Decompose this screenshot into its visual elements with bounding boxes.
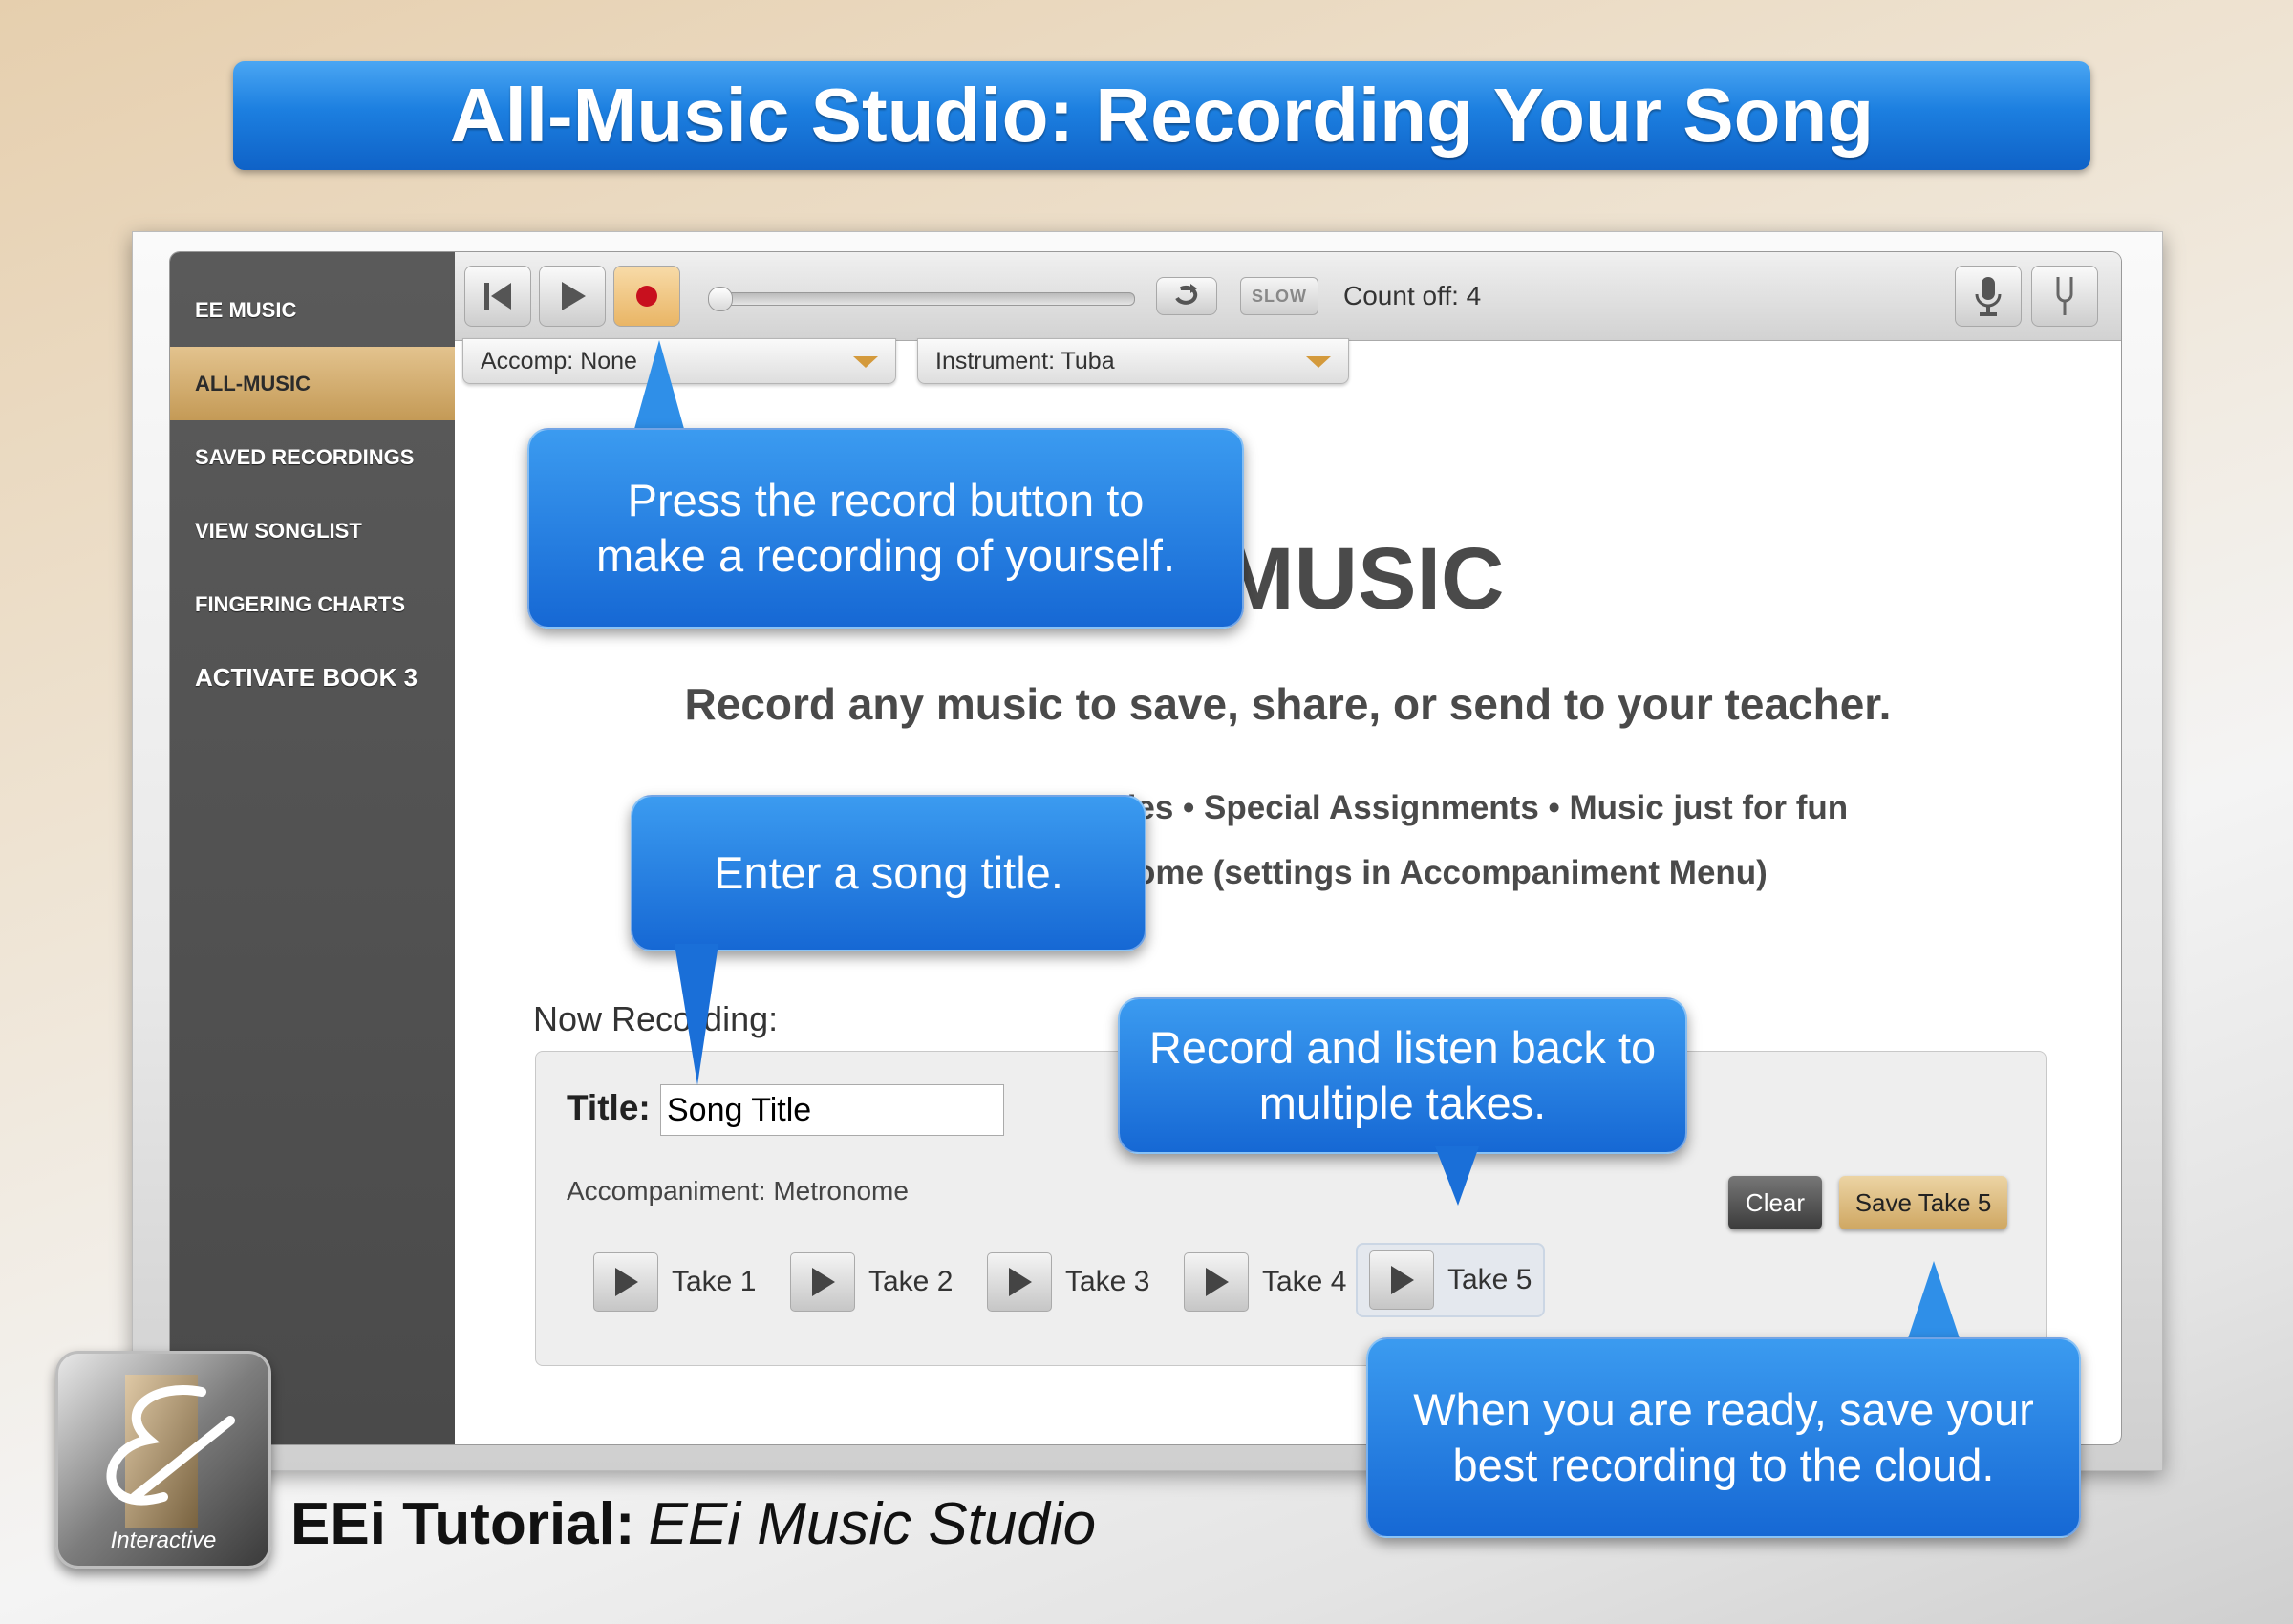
skip-back-icon (484, 283, 511, 310)
callout-takes: Record and listen back to multiple takes… (1118, 997, 1687, 1154)
now-recording-heading: Now Recording: (533, 999, 779, 1038)
sidebar: EE MUSIC ALL-MUSIC SAVED RECORDINGS VIEW… (170, 252, 455, 1444)
footer-bold: EEi Tutorial: (290, 1491, 635, 1557)
rewind-button[interactable] (464, 266, 531, 327)
sidebar-item-view-songlist[interactable]: VIEW SONGLIST (170, 494, 455, 567)
sidebar-item-label: EE MUSIC (195, 297, 297, 322)
take-label: Take 3 (1065, 1266, 1150, 1297)
play-take-icon-box (1369, 1250, 1434, 1310)
save-take-button-label: Save Take 5 (1854, 1187, 1992, 1217)
sidebar-item-label: FINGERING CHARTS (195, 591, 405, 616)
callout-title-text: Enter a song title. (714, 847, 1063, 898)
transport-toolbar: SLOW Count off: 4 (455, 252, 2121, 341)
sidebar-item-ee-music[interactable]: EE MUSIC (170, 273, 455, 347)
callout-save-text: When you are ready, save your best recor… (1413, 1384, 2034, 1490)
instrument-dropdown-value: Instrument: Tuba (935, 347, 1115, 374)
take-2-button[interactable]: Take 2 (779, 1247, 964, 1317)
song-title-input[interactable] (660, 1084, 1004, 1136)
callout-pointer (675, 944, 718, 1085)
instrument-dropdown[interactable]: Instrument: Tuba (917, 338, 1349, 384)
play-icon (615, 1268, 638, 1296)
sidebar-item-label: VIEW SONGLIST (195, 518, 362, 543)
play-take-icon-box (1184, 1252, 1249, 1312)
callout-record: Press the record button to make a record… (527, 428, 1244, 629)
play-take-icon-box (790, 1252, 855, 1312)
accompaniment-label: Accompaniment: Metronome (567, 1176, 909, 1206)
callout-pointer (1907, 1261, 1961, 1341)
page-subtitle: Record any music to save, share, or send… (684, 679, 1892, 729)
slow-button[interactable]: SLOW (1240, 277, 1318, 315)
sidebar-item-all-music[interactable]: ALL-MUSIC (170, 347, 455, 420)
sidebar-item-activate-book-3[interactable]: ACTIVATE BOOK 3 (170, 641, 455, 715)
eei-logo: Interactive (55, 1351, 271, 1569)
take-1-button[interactable]: Take 1 (582, 1247, 767, 1317)
title-label: Title: (567, 1088, 651, 1127)
loop-button[interactable] (1156, 277, 1217, 315)
sidebar-item-fingering-charts[interactable]: FINGERING CHARTS (170, 567, 455, 641)
take-label: Take 1 (672, 1266, 757, 1297)
callout-pointer (1435, 1146, 1479, 1206)
play-icon (812, 1268, 835, 1296)
logo-text: Interactive (110, 1528, 217, 1553)
callout-record-text: Press the record button to make a record… (595, 475, 1176, 581)
save-take-button[interactable]: Save Take 5 (1839, 1176, 2007, 1229)
footer-italic: EEi Music Studio (648, 1491, 1097, 1557)
play-button[interactable] (539, 266, 606, 327)
play-icon (1009, 1268, 1032, 1296)
callout-save: When you are ready, save your best recor… (1366, 1337, 2081, 1538)
microphone-button[interactable] (1955, 266, 2022, 327)
banner-title: All-Music Studio: Recording Your Song (449, 73, 1875, 158)
clear-button-label: Clear (1745, 1187, 1806, 1217)
take-label: Take 4 (1262, 1266, 1347, 1297)
callout-takes-text: Record and listen back to multiple takes… (1148, 1022, 1657, 1128)
clear-button[interactable]: Clear (1728, 1176, 1822, 1229)
sidebar-item-label: SAVED RECORDINGS (195, 444, 415, 469)
take-label: Take 5 (1447, 1264, 1532, 1295)
callout-title: Enter a song title. (631, 795, 1146, 951)
count-off-label: Count off: 4 (1343, 281, 1482, 310)
play-take-icon-box (593, 1252, 658, 1312)
dropdown-arrow-icon (853, 356, 878, 368)
take-label: Take 2 (868, 1266, 954, 1297)
take-4-button[interactable]: Take 4 (1172, 1247, 1358, 1317)
sidebar-item-label: ALL-MUSIC (195, 371, 311, 395)
tuner-button[interactable] (2031, 266, 2098, 327)
take-5-button[interactable]: Take 5 (1356, 1243, 1546, 1317)
microphone-icon (1975, 277, 2002, 316)
accompaniment-dropdown-value: Accomp: None (481, 347, 637, 374)
sidebar-item-saved-recordings[interactable]: SAVED RECORDINGS (170, 420, 455, 494)
callout-pointer (632, 340, 686, 436)
play-take-icon-box (987, 1252, 1052, 1312)
play-icon (1206, 1268, 1229, 1296)
tuning-fork-icon (2056, 277, 2073, 315)
dropdown-arrow-icon (1306, 356, 1331, 368)
slow-label: SLOW (1252, 286, 1307, 306)
sidebar-item-label: ACTIVATE BOOK 3 (195, 663, 418, 692)
play-icon (1391, 1266, 1414, 1294)
tutorial-banner: All-Music Studio: Recording Your Song (233, 61, 2090, 170)
page-title: MUSIC (1221, 530, 1505, 628)
record-icon (636, 286, 657, 307)
record-button[interactable] (613, 266, 680, 327)
footer-caption: EEi Tutorial: EEi Music Studio (290, 1490, 1096, 1558)
loop-icon (1175, 284, 1198, 305)
feature-list-line-1: des • Special Assignments • Music just f… (1116, 789, 1849, 826)
progress-knob[interactable] (708, 287, 733, 311)
feature-list-line-2: ome (settings in Accompaniment Menu) (1135, 854, 1768, 891)
take-3-button[interactable]: Take 3 (975, 1247, 1161, 1317)
play-icon (562, 282, 586, 310)
playback-progress-slider[interactable] (708, 287, 1135, 311)
